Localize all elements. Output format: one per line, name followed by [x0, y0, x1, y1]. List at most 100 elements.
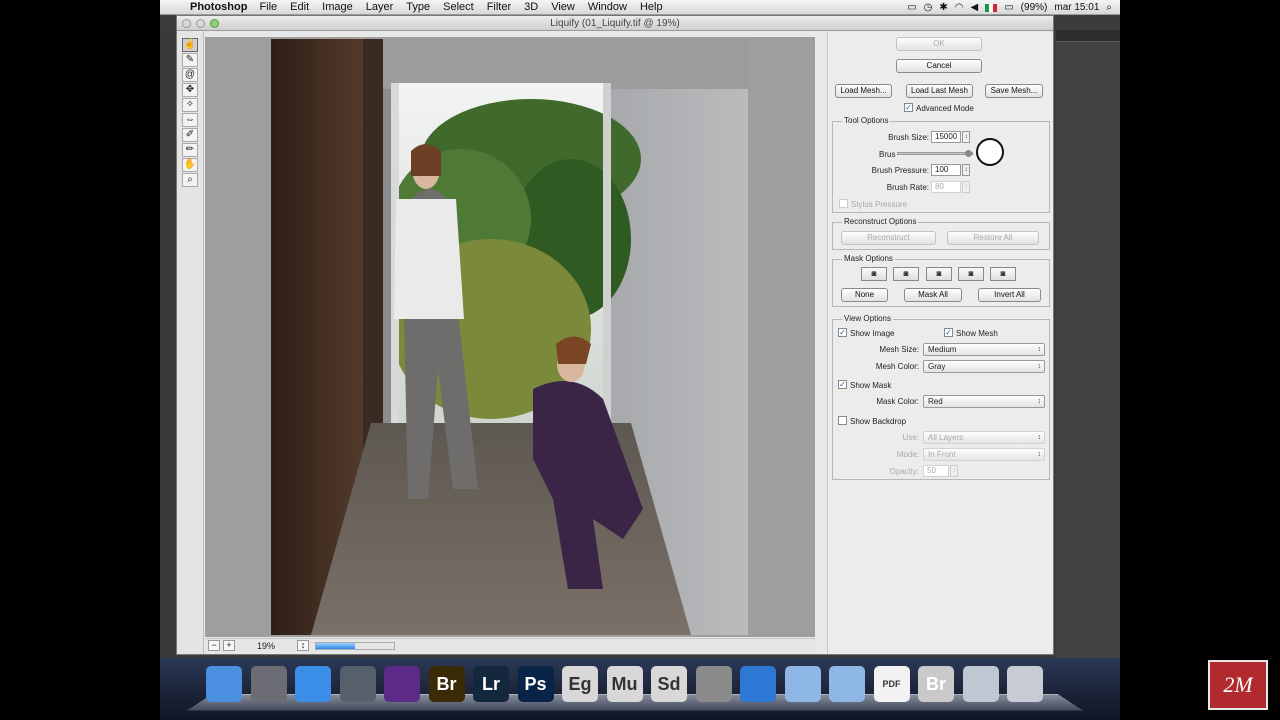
show-image-checkbox[interactable]: ✓ [838, 328, 847, 337]
mesh-size-select[interactable]: Medium ↕ [923, 343, 1045, 356]
menu-edit[interactable]: Edit [290, 1, 309, 13]
menu-file[interactable]: File [259, 1, 277, 13]
zoom-tool-icon[interactable]: ⌕ [182, 173, 198, 187]
reconstruct-options-title: Reconstruct Options [842, 217, 919, 226]
freeze-mask-tool-icon[interactable]: ✐ [182, 128, 198, 142]
dock-applications-folder-icon[interactable] [784, 666, 821, 702]
menu-view[interactable]: View [551, 1, 575, 13]
spotlight-icon[interactable]: ⌕ [1106, 2, 1112, 13]
mask-invert-icon[interactable]: ◙ [990, 267, 1016, 281]
brush-size-field[interactable]: 15000 [931, 131, 961, 143]
mask-subtract-icon[interactable]: ◙ [926, 267, 952, 281]
twirl-tool-icon[interactable]: @ [182, 68, 198, 82]
close-window-icon[interactable] [182, 19, 191, 28]
menu-image[interactable]: Image [322, 1, 353, 13]
zoom-dropdown-icon[interactable]: ↕ [297, 640, 309, 651]
app-menu[interactable]: Photoshop [190, 1, 247, 13]
zoom-level[interactable]: 19% [257, 641, 297, 651]
wifi-icon[interactable]: ◠ [955, 2, 964, 13]
dock-system-preferences-icon[interactable] [695, 666, 732, 702]
dock-lightroom-icon[interactable]: Lr [473, 666, 509, 702]
brush-size-slider[interactable] [897, 152, 973, 155]
dock-pdf-document-icon[interactable]: PDF [873, 666, 910, 702]
time-machine-icon[interactable]: ◷ [924, 2, 933, 13]
dock-app-sd-icon[interactable]: Sd [651, 666, 687, 702]
reconstruct-button[interactable]: Reconstruct [841, 231, 936, 245]
opacity-stepper[interactable]: ↕ [950, 465, 958, 477]
mask-add-icon[interactable]: ◙ [893, 267, 919, 281]
forward-warp-tool-icon[interactable]: ☝ [182, 38, 198, 52]
dock-bridge-document-icon[interactable]: Br [918, 666, 954, 702]
thaw-mask-tool-icon[interactable]: ✏ [182, 143, 198, 157]
minimize-window-icon[interactable] [196, 19, 205, 28]
mesh-size-value: Medium [928, 345, 957, 354]
input-source-flag-icon[interactable] [985, 3, 998, 12]
restore-all-button[interactable]: Restore All [947, 231, 1039, 245]
menu-type[interactable]: Type [406, 1, 430, 13]
brush-pressure-stepper[interactable]: ↕ [962, 164, 970, 176]
load-mesh-button[interactable]: Load Mesh... [835, 84, 892, 98]
invert-all-button[interactable]: Invert All [978, 288, 1041, 302]
tool-options-title: Tool Options [842, 116, 891, 125]
brush-rate-stepper[interactable]: ↕ [962, 181, 970, 193]
dock-safari-icon[interactable] [295, 666, 331, 702]
dock-image-capture-icon[interactable] [339, 666, 376, 702]
menu-3d[interactable]: 3D [524, 1, 538, 13]
display-icon[interactable]: ▭ [907, 2, 916, 13]
dock-photoshop-icon[interactable]: Ps [517, 666, 554, 702]
show-mesh-checkbox[interactable]: ✓ [944, 328, 953, 337]
preview-canvas[interactable] [205, 37, 815, 637]
mask-none-button[interactable]: None [841, 288, 888, 302]
stylus-pressure-checkbox[interactable] [839, 199, 848, 208]
battery-icon[interactable]: ▭ [1004, 2, 1013, 13]
select-arrows-icon: ↕ [1037, 434, 1042, 441]
bluetooth-icon[interactable]: ✱ [939, 2, 947, 13]
zoom-in-button[interactable]: + [223, 640, 235, 651]
stylus-pressure-label: Stylus Pressure [851, 200, 908, 209]
brush-rate-field[interactable]: 80 [931, 181, 961, 193]
zoom-window-icon[interactable] [210, 19, 219, 28]
save-mesh-button[interactable]: Save Mesh... [985, 84, 1043, 98]
menu-window[interactable]: Window [588, 1, 627, 13]
dock-launchpad-icon[interactable] [250, 666, 287, 702]
ok-button[interactable]: OK [896, 37, 982, 51]
reconstruct-tool-icon[interactable]: ✎ [182, 53, 198, 67]
mesh-color-select[interactable]: Gray ↕ [923, 360, 1045, 373]
menu-filter[interactable]: Filter [487, 1, 511, 13]
dock-app-mu-icon[interactable]: Mu [606, 666, 643, 702]
dock-trash-icon[interactable] [1007, 666, 1043, 702]
menubar-clock[interactable]: mar 15:01 [1054, 2, 1099, 13]
menu-select[interactable]: Select [443, 1, 474, 13]
dock-finder-icon[interactable] [206, 666, 242, 702]
show-backdrop-checkbox[interactable] [838, 416, 847, 425]
load-last-mesh-button[interactable]: Load Last Mesh [906, 84, 973, 98]
brush-slider-thumb[interactable] [965, 150, 972, 157]
pucker-tool-icon[interactable]: ✥ [182, 83, 198, 97]
mask-intersect-icon[interactable]: ◙ [958, 267, 984, 281]
bloat-tool-icon[interactable]: ✧ [182, 98, 198, 112]
mode-select[interactable]: In Front ↕ [923, 448, 1045, 461]
dock-bridge-icon[interactable]: Br [428, 666, 465, 702]
volume-icon[interactable]: ◀ [971, 2, 979, 13]
zoom-out-button[interactable]: − [208, 640, 220, 651]
mask-replace-icon[interactable]: ◙ [861, 267, 887, 281]
dock-quicktime-icon[interactable] [740, 666, 776, 702]
dock-documents-folder-icon[interactable] [829, 666, 865, 702]
advanced-mode-checkbox[interactable]: ✓ [904, 103, 913, 112]
hand-tool-icon[interactable]: ✋ [182, 158, 198, 172]
use-select[interactable]: All Layers ↕ [923, 431, 1045, 444]
dock-creative-cloud-icon[interactable] [384, 666, 420, 702]
mask-color-label: Mask Color: [876, 397, 919, 406]
cancel-button[interactable]: Cancel [896, 59, 982, 73]
brush-pressure-field[interactable]: 100 [931, 164, 961, 176]
brush-size-stepper[interactable]: ↕ [962, 131, 970, 143]
mask-color-select[interactable]: Red ↕ [923, 395, 1045, 408]
opacity-field[interactable]: 50 [923, 465, 949, 477]
show-mask-checkbox[interactable]: ✓ [838, 380, 847, 389]
dock-app-eg-icon[interactable]: Eg [562, 666, 598, 702]
menu-layer[interactable]: Layer [366, 1, 394, 13]
push-left-tool-icon[interactable]: ⇔ [182, 113, 198, 127]
mask-all-button[interactable]: Mask All [904, 288, 962, 302]
dock-screenshot-stack-icon[interactable] [962, 666, 999, 702]
menu-help[interactable]: Help [640, 1, 663, 13]
